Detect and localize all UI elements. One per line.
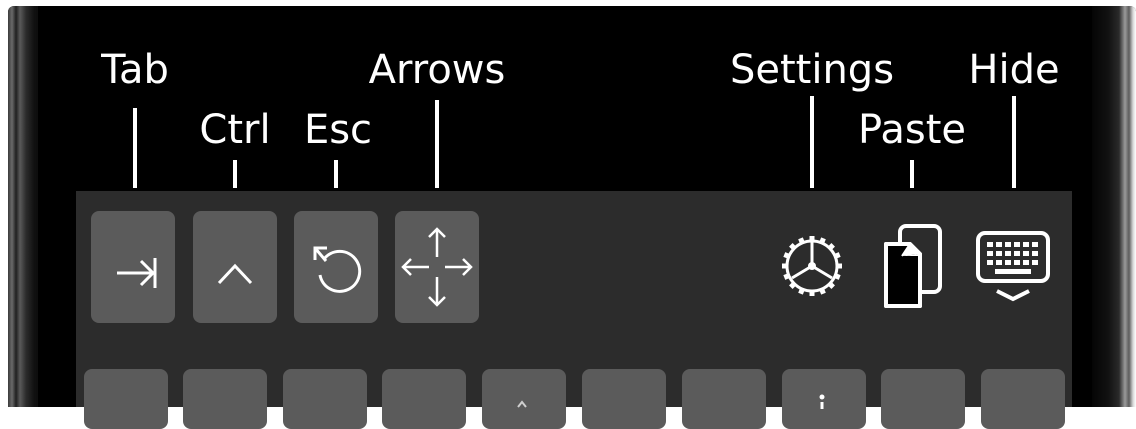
tab-key[interactable] [91,211,175,323]
paste-icon [884,224,942,308]
gear-icon [782,236,842,296]
tab-arrow-icon [117,258,157,288]
hide-keyboard-button[interactable] [975,229,1053,307]
keyboard-key[interactable] [881,369,965,429]
keyboard-hide-icon [976,231,1050,302]
keyboard-key[interactable] [84,369,168,429]
keyboard-key[interactable] [183,369,267,429]
paste-callout-line [910,160,914,188]
ctrl-key[interactable] [193,211,277,323]
keyboard-key[interactable] [582,369,666,429]
hide-callout-label: Hide [968,47,1060,93]
paste-callout-label: Paste [858,107,966,153]
keyboard-key[interactable] [782,369,866,429]
key-glyph-top [819,394,825,409]
ctrl-callout-line [233,160,237,188]
rotate-ccw-icon [313,246,362,293]
settings-button[interactable] [778,232,846,300]
device-bezel-right [1092,6,1136,407]
settings-callout-label: Settings [729,47,895,93]
esc-callout-line [334,160,338,188]
keyboard-key[interactable] [981,369,1065,429]
paste-button[interactable] [880,222,946,310]
arrows-key[interactable] [395,211,479,323]
screenshot-frame: Tab Ctrl Esc Arrows Settings Paste Hide [0,0,1136,429]
caret-up-icon [217,263,253,285]
arrows-callout-label: Arrows [368,47,506,93]
tab-callout-line [133,108,137,188]
ctrl-callout-label: Ctrl [199,107,271,153]
keyboard-key[interactable] [283,369,367,429]
tab-callout-label: Tab [101,47,169,93]
keyboard-key[interactable] [682,369,766,429]
esc-key[interactable] [294,211,378,323]
key-glyph-top [517,400,527,408]
settings-callout-line [810,96,814,188]
move-arrows-icon [401,227,473,307]
keyboard-key[interactable] [382,369,466,429]
hide-callout-line [1012,96,1016,188]
arrows-callout-line [435,100,439,188]
keyboard-key[interactable] [482,369,566,429]
esc-callout-label: Esc [303,107,373,153]
